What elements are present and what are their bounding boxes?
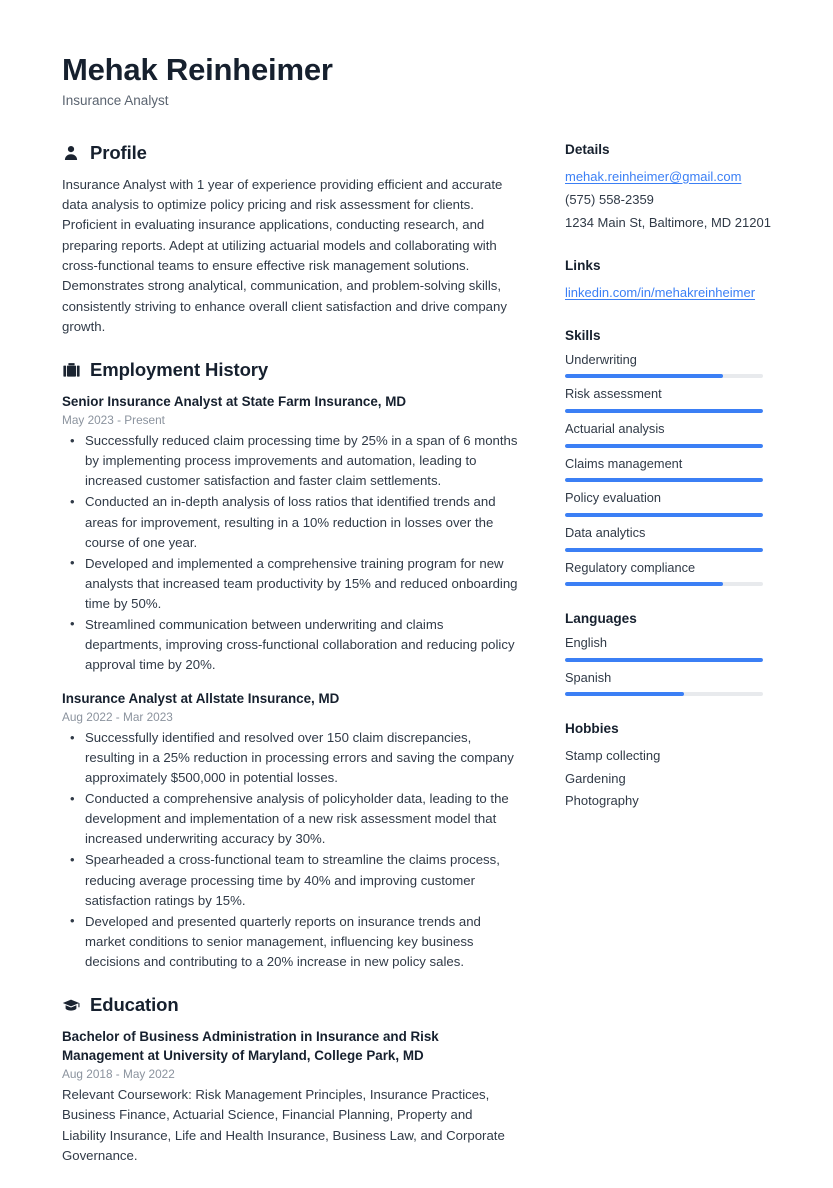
bullet-item: Conducted an in-depth analysis of loss r… xyxy=(62,492,520,552)
sidebar-hobbies-title: Hobbies xyxy=(565,721,619,737)
skill-track xyxy=(565,547,763,552)
sidebar-details-title: Details xyxy=(565,141,610,157)
language-fill xyxy=(565,657,763,662)
skill-fill xyxy=(565,582,724,587)
skill-fill xyxy=(565,547,763,552)
education-entry-description: Relevant Coursework: Risk Management Pri… xyxy=(62,1086,505,1163)
briefcase-icon xyxy=(62,361,80,379)
hobby-item: Photography xyxy=(565,793,639,809)
skill-label: Underwriting xyxy=(565,351,637,367)
section-profile: Profile Insurance Analyst with 1 year of… xyxy=(62,142,520,338)
sidebar-details: Details mehak.reinheimer@gmail.com (575)… xyxy=(565,142,783,233)
graduation-cap-icon xyxy=(62,996,80,1014)
employment-entry-date: Aug 2022 - Mar 2023 xyxy=(62,710,173,725)
employment-entry: Insurance Analyst at Allstate Insurance,… xyxy=(62,689,520,972)
profile-text: Insurance Analyst with 1 year of experie… xyxy=(62,176,507,334)
employment-entry-bullets: Successfully identified and resolved ove… xyxy=(62,728,520,972)
skill-row: Regulatory compliance xyxy=(565,560,783,587)
resume-columns: Profile Insurance Analyst with 1 year of… xyxy=(62,142,783,1188)
skill-fill xyxy=(565,512,763,517)
skill-row: Data analytics xyxy=(565,525,783,552)
bullet-item: Spearheaded a cross-functional team to s… xyxy=(62,850,520,910)
section-profile-header: Profile xyxy=(62,142,520,164)
skill-track xyxy=(565,443,763,448)
skill-track xyxy=(565,478,763,483)
section-employment-header: Employment History xyxy=(62,359,520,381)
address-text: 1234 Main St, Baltimore, MD 21201 xyxy=(565,214,771,230)
language-fill xyxy=(565,692,684,697)
sidebar-links-title: Links xyxy=(565,257,601,273)
bullet-item: Developed and presented quarterly report… xyxy=(62,911,520,972)
bullet-item: Successfully reduced claim processing ti… xyxy=(62,431,520,491)
language-label: Spanish xyxy=(565,669,612,685)
skill-fill xyxy=(565,443,763,448)
language-track xyxy=(565,657,763,662)
skill-track xyxy=(565,374,763,379)
resume-page: Mehak Reinheimer Insurance Analyst Profi… xyxy=(0,0,833,1178)
skill-label: Data analytics xyxy=(565,524,646,540)
hobby-item: Stamp collecting xyxy=(565,748,661,764)
skill-track xyxy=(565,582,763,587)
section-education-header: Education xyxy=(62,994,520,1016)
candidate-job-title: Insurance Analyst xyxy=(62,92,169,108)
bullet-item: Successfully identified and resolved ove… xyxy=(62,728,520,788)
skill-label: Actuarial analysis xyxy=(565,421,665,437)
education-entry-date: Aug 2018 - May 2022 xyxy=(62,1066,175,1081)
language-label: English xyxy=(565,635,607,651)
resume-header: Mehak Reinheimer Insurance Analyst xyxy=(62,52,783,108)
phone-text: (575) 558-2359 xyxy=(565,191,654,207)
section-employment-body: Senior Insurance Analyst at State Farm I… xyxy=(62,392,520,972)
section-education-body: Bachelor of Business Administration in I… xyxy=(62,1027,520,1166)
candidate-name: Mehak Reinheimer xyxy=(62,52,333,87)
education-entry-title: Bachelor of Business Administration in I… xyxy=(62,1028,439,1063)
section-employment: Employment History Senior Insurance Anal… xyxy=(62,359,520,972)
skill-label: Risk assessment xyxy=(565,386,662,402)
skill-label: Regulatory compliance xyxy=(565,559,696,575)
section-profile-title: Profile xyxy=(90,141,147,163)
employment-entry-title: Insurance Analyst at Allstate Insurance,… xyxy=(62,691,340,707)
main-column: Profile Insurance Analyst with 1 year of… xyxy=(62,142,520,1188)
sidebar-languages: Languages English Spanish xyxy=(565,611,783,697)
sidebar-skills: Skills Underwriting Risk assessment Actu… xyxy=(565,327,783,587)
bullet-item: Conducted a comprehensive analysis of po… xyxy=(62,789,520,849)
skill-row: Actuarial analysis xyxy=(565,421,783,448)
sidebar-hobbies: Hobbies Stamp collecting Gardening Photo… xyxy=(565,721,783,812)
sidebar-skills-title: Skills xyxy=(565,327,601,343)
employment-entry-date: May 2023 - Present xyxy=(62,413,165,428)
user-icon xyxy=(62,144,80,162)
skill-row: Risk assessment xyxy=(565,386,783,414)
education-entry: Bachelor of Business Administration in I… xyxy=(62,1027,520,1166)
language-track xyxy=(565,692,763,697)
skill-label: Policy evaluation xyxy=(565,490,662,506)
language-row: English xyxy=(565,635,783,662)
bullet-item: Developed and implemented a comprehensiv… xyxy=(62,553,520,614)
language-row: Spanish xyxy=(565,670,783,697)
skill-row: Underwriting xyxy=(565,352,783,379)
skill-fill xyxy=(565,374,724,379)
employment-entry-title: Senior Insurance Analyst at State Farm I… xyxy=(62,394,407,410)
linkedin-link[interactable]: linkedin.com/in/mehakreinheimer xyxy=(565,282,783,303)
sidebar-languages-title: Languages xyxy=(565,611,637,627)
section-employment-title: Employment History xyxy=(90,359,269,381)
skill-row: Policy evaluation xyxy=(565,490,783,517)
skill-fill xyxy=(565,478,763,483)
section-profile-body: Insurance Analyst with 1 year of experie… xyxy=(62,175,520,338)
bullet-item: Streamlined communication between underw… xyxy=(62,614,520,675)
skill-track xyxy=(565,512,763,517)
employment-entry-bullets: Successfully reduced claim processing ti… xyxy=(62,431,520,675)
skill-row: Claims management xyxy=(565,456,783,483)
section-education-title: Education xyxy=(90,993,179,1015)
email-link[interactable]: mehak.reinheimer@gmail.com xyxy=(565,166,783,187)
hobby-item: Gardening xyxy=(565,770,626,786)
employment-entry: Senior Insurance Analyst at State Farm I… xyxy=(62,392,520,675)
skill-label: Claims management xyxy=(565,455,683,471)
skill-track xyxy=(565,409,763,414)
skill-fill xyxy=(565,409,763,414)
sidebar-column: Details mehak.reinheimer@gmail.com (575)… xyxy=(565,142,783,838)
section-education: Education Bachelor of Business Administr… xyxy=(62,994,520,1166)
sidebar-links: Links linkedin.com/in/mehakreinheimer xyxy=(565,258,783,303)
